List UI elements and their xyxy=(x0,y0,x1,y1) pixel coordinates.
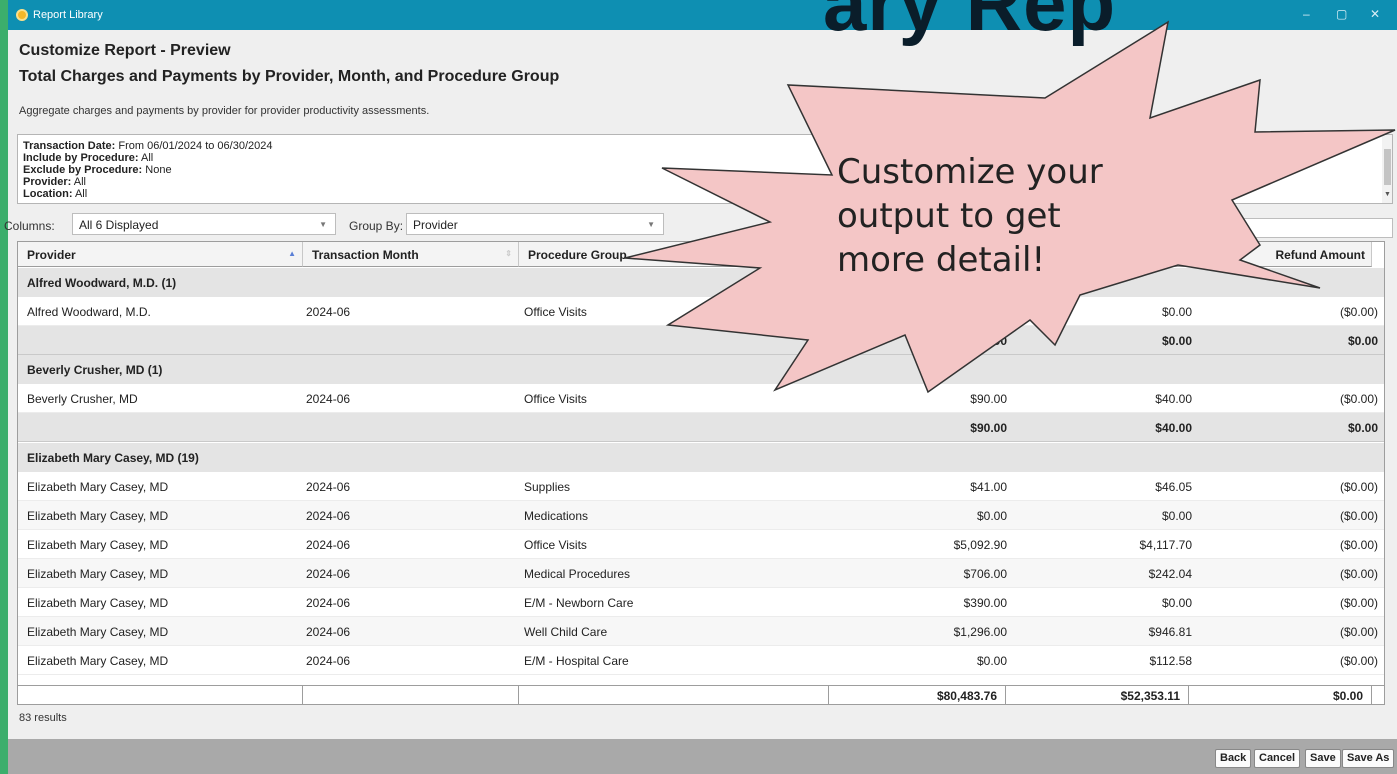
sort-icon: ⇕ xyxy=(505,249,512,258)
window-title: Report Library xyxy=(33,9,103,21)
criteria-line: Exclude by Procedure: None xyxy=(23,164,172,176)
table-row[interactable]: Elizabeth Mary Casey, MD 2024-06 Office … xyxy=(18,530,1384,559)
results-count: 83 results xyxy=(19,712,67,724)
table-row[interactable]: Elizabeth Mary Casey, MD 2024-06 Medicat… xyxy=(18,501,1384,530)
criteria-line: Transaction Date: From 06/01/2024 to 06/… xyxy=(23,140,273,152)
table-row[interactable]: Alfred Woodward, M.D. 2024-06 Office Vis… xyxy=(18,297,1384,326)
report-description: Aggregate charges and payments by provid… xyxy=(19,105,430,117)
total-refund: $0.00 xyxy=(1189,686,1372,704)
save-button[interactable]: Save xyxy=(1305,749,1341,768)
criteria-scrollbar[interactable]: ▼ xyxy=(1382,135,1392,203)
callout-line: output to get xyxy=(837,196,1061,236)
totals-cell xyxy=(519,686,829,704)
subtotal-row: $0.00 $0.00 $0.00 xyxy=(18,326,1384,355)
total-charges: $80,483.76 xyxy=(829,686,1006,704)
callout-line: more detail! xyxy=(837,240,1046,280)
table-row[interactable]: Elizabeth Mary Casey, MD 2024-06 Supplie… xyxy=(18,472,1384,501)
save-as-button[interactable]: Save As xyxy=(1342,749,1395,768)
subtotal-row: $90.00 $40.00 $0.00 xyxy=(18,413,1384,442)
report-name: Total Charges and Payments by Provider, … xyxy=(19,68,560,85)
report-grid: Provider ▲ Transaction Month ⇕ Procedure G… xyxy=(17,241,1385,705)
table-row[interactable]: Elizabeth Mary Casey, MD 2024-06 Well Ch… xyxy=(18,617,1384,646)
totals-cell xyxy=(18,686,303,704)
criteria-line: Provider: All xyxy=(23,176,86,188)
col-header-month[interactable]: Transaction Month ⇕ xyxy=(303,242,519,267)
table-row[interactable]: Elizabeth Mary Casey, MD 2024-06 E/M - N… xyxy=(18,588,1384,617)
total-payments: $52,353.11 xyxy=(1006,686,1189,704)
criteria-line: Location: All xyxy=(23,188,88,200)
minimize-icon[interactable]: – xyxy=(1303,7,1310,21)
col-header-provider[interactable]: Provider ▲ xyxy=(18,242,303,267)
group-header-row[interactable]: Elizabeth Mary Casey, MD (19) xyxy=(18,443,1384,472)
callout-line: Customize your xyxy=(837,152,1103,192)
overlay-heading: ary Rep xyxy=(823,0,1117,47)
group-header-row[interactable]: Alfred Woodward, M.D. (1) xyxy=(18,268,1384,297)
columns-value: All 6 Displayed xyxy=(79,218,159,232)
criteria-line: Include by Procedure: All xyxy=(23,152,154,164)
columns-select[interactable]: All 6 Displayed ▼ xyxy=(72,213,336,235)
groupby-label: Group By: xyxy=(349,219,404,233)
col-header-procedure-group[interactable]: Procedure Group xyxy=(519,242,829,267)
title-bar: ary Rep Report Library – ▢ ✕ xyxy=(8,0,1397,47)
close-icon[interactable]: ✕ xyxy=(1370,7,1380,21)
cancel-button[interactable]: Cancel xyxy=(1254,749,1301,768)
table-row[interactable]: Elizabeth Mary Casey, MD 2024-06 E/M - H… xyxy=(18,646,1384,675)
table-row[interactable]: Beverly Crusher, MD 2024-06 Office Visit… xyxy=(18,384,1384,413)
totals-cell xyxy=(303,686,519,704)
action-bar: Back Cancel Save Save As xyxy=(8,739,1397,774)
chevron-down-icon: ▼ xyxy=(647,220,655,229)
columns-label: Columns: xyxy=(4,219,55,233)
report-library-window: ary Rep Report Library – ▢ ✕ Customize R… xyxy=(4,0,1397,774)
criteria-panel: Transaction Date: From 06/01/2024 to 06/… xyxy=(17,134,1393,204)
scroll-thumb[interactable] xyxy=(1384,149,1391,185)
maximize-icon[interactable]: ▢ xyxy=(1336,7,1347,21)
back-button[interactable]: Back xyxy=(1215,749,1252,768)
totals-row: $80,483.76 $52,353.11 $0.00 xyxy=(18,685,1384,704)
sort-asc-icon: ▲ xyxy=(288,249,296,258)
groupby-select[interactable]: Provider ▼ xyxy=(406,213,664,235)
page-title: Customize Report - Preview xyxy=(19,42,231,59)
group-header-row[interactable]: Beverly Crusher, MD (1) xyxy=(18,355,1384,384)
scroll-down-icon[interactable]: ▼ xyxy=(1384,191,1391,198)
app-logo-icon xyxy=(16,9,28,21)
search-input[interactable] xyxy=(1242,218,1393,238)
callout-text: Customize your output to get more detail… xyxy=(837,150,1137,282)
table-row[interactable]: Elizabeth Mary Casey, MD 2024-06 Medical… xyxy=(18,559,1384,588)
chevron-down-icon: ▼ xyxy=(319,220,327,229)
groupby-value: Provider xyxy=(413,218,458,232)
col-header-refund[interactable]: Refund Amount xyxy=(1189,242,1372,267)
